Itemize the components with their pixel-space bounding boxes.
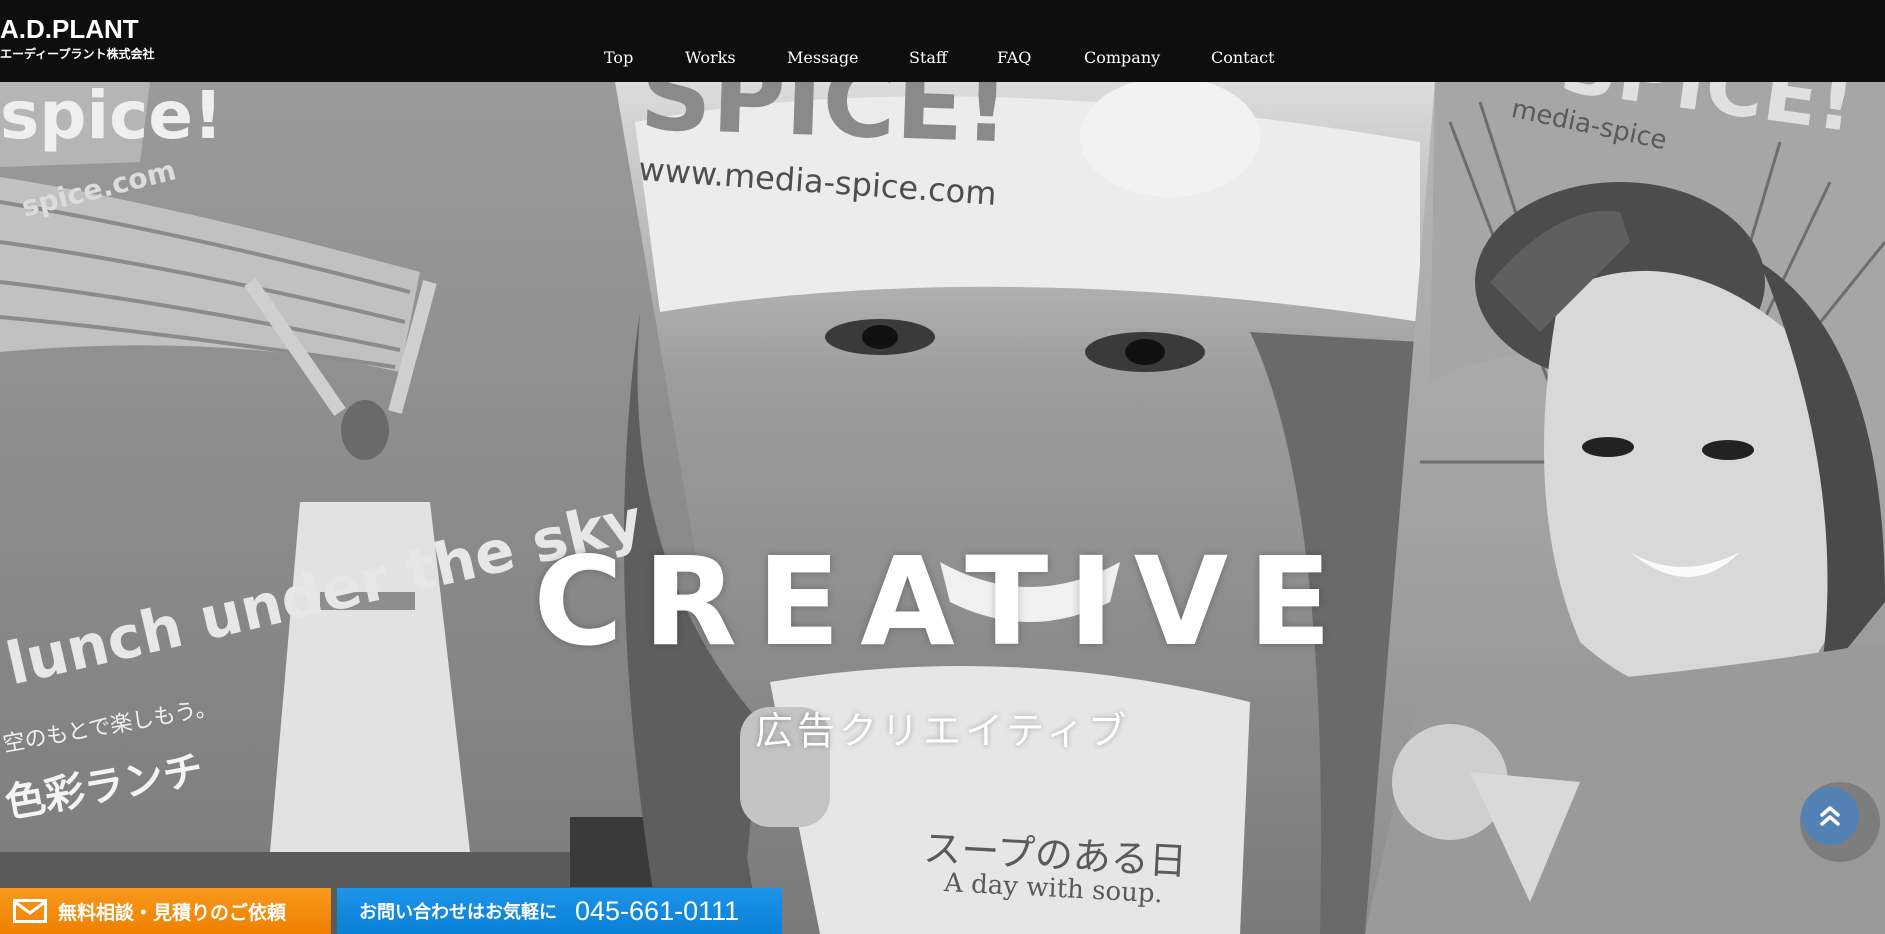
- main-nav: Top Works Message Staff FAQ Company Cont…: [0, 48, 1885, 68]
- hero-subtitle: 広告クリエイティブ: [755, 709, 1130, 753]
- hero-section: spice! spice.com lunch under the sky 空のも…: [0, 82, 1885, 934]
- double-chevron-up-icon: [1820, 806, 1840, 826]
- nav-item-staff[interactable]: Staff: [909, 48, 947, 67]
- nav-item-message[interactable]: Message: [787, 48, 859, 67]
- consult-request-button[interactable]: 無料相談・見積りのご依頼: [0, 888, 331, 934]
- cta-bar: 無料相談・見積りのご依頼 お問い合わせはお気軽に 045-661-0111: [0, 888, 785, 934]
- logo-main-text[interactable]: A.D.PLANT: [0, 14, 154, 44]
- nav-item-faq[interactable]: FAQ: [997, 48, 1031, 67]
- nav-item-works[interactable]: Works: [685, 48, 736, 67]
- site-header: A.D.PLANT エーディープラント株式会社 Top Works Messag…: [0, 0, 1885, 82]
- phone-contact-button[interactable]: お問い合わせはお気軽に 045-661-0111: [337, 888, 782, 934]
- hero-background-collage: [0, 82, 1885, 934]
- phone-contact-lead: お問い合わせはお気軽に: [359, 902, 557, 923]
- scroll-to-top-button[interactable]: [1801, 787, 1859, 845]
- consult-request-label: 無料相談・見積りのご依頼: [58, 901, 287, 924]
- left-poster-brand: spice!: [0, 82, 224, 154]
- mail-icon: [8, 896, 52, 926]
- nav-item-contact[interactable]: Contact: [1211, 48, 1275, 67]
- nav-item-company[interactable]: Company: [1084, 48, 1160, 67]
- hero-title: CREATIVE: [533, 531, 1352, 673]
- phone-number[interactable]: 045-661-0111: [575, 896, 739, 927]
- nav-item-top[interactable]: Top: [604, 48, 633, 67]
